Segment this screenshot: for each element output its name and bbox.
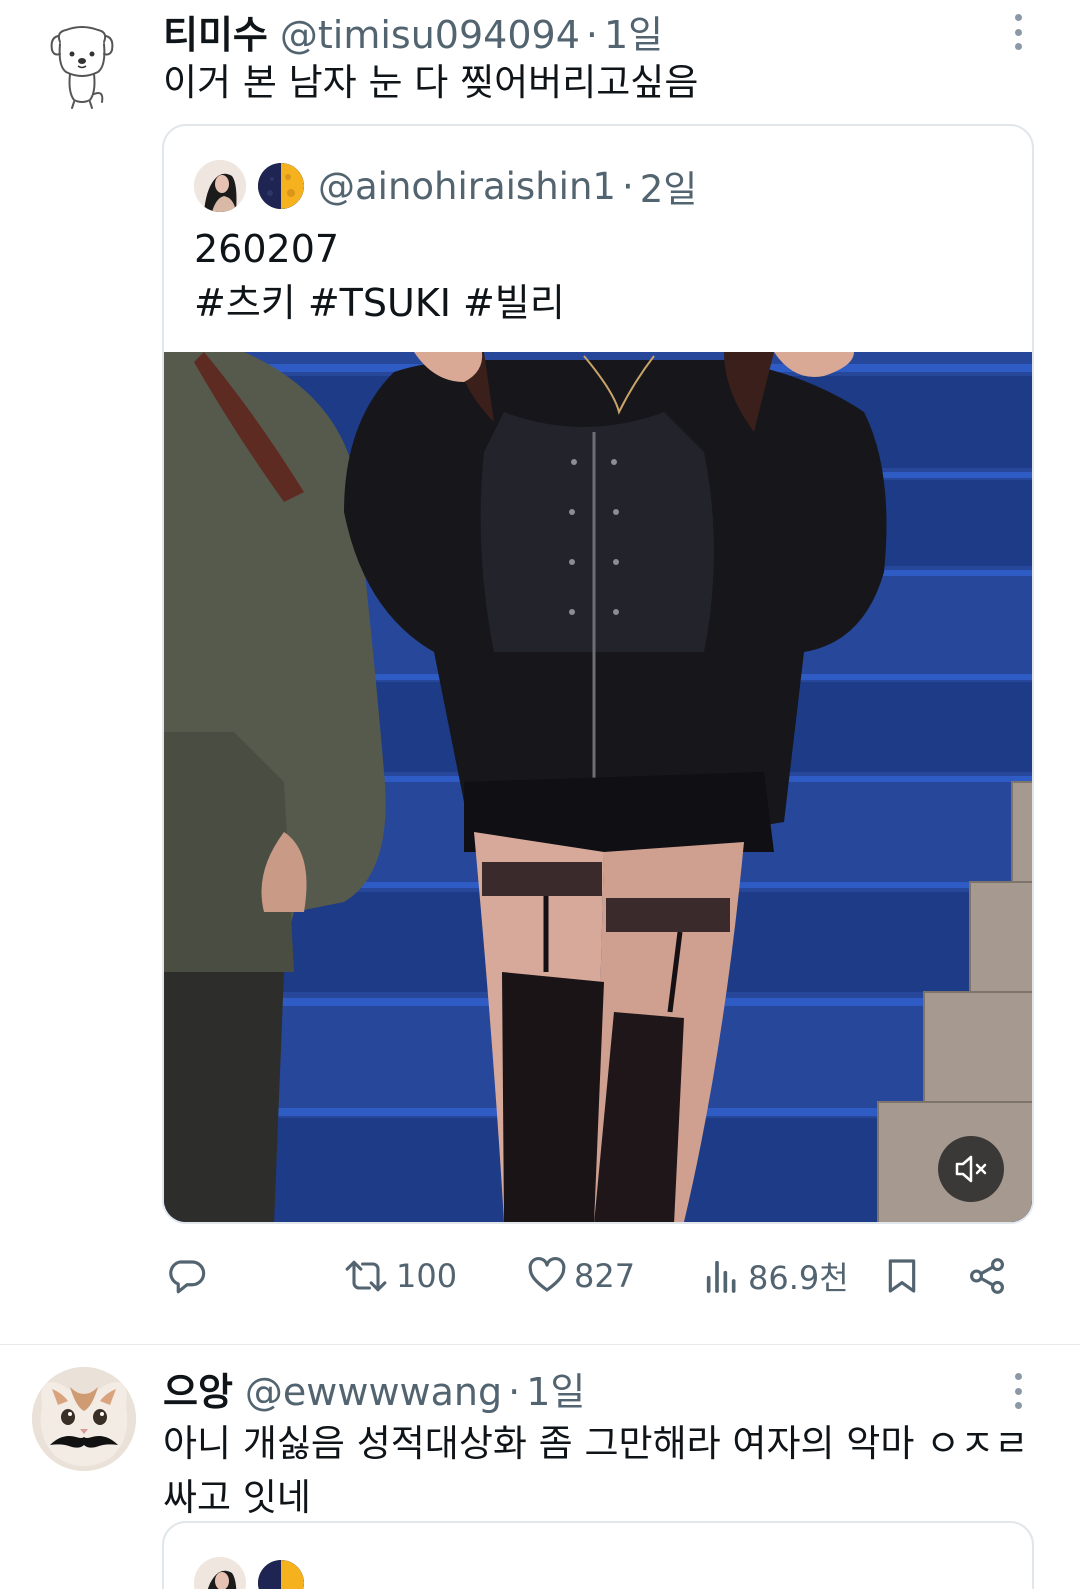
bookmark-button[interactable] <box>882 1248 922 1304</box>
separator-dot: · <box>508 1370 521 1414</box>
speaker-muted-icon <box>955 1155 987 1183</box>
reply-button[interactable] <box>166 1248 208 1304</box>
more-options-icon[interactable] <box>1012 1373 1024 1409</box>
profile-photo-icon <box>194 1557 246 1589</box>
separator-dot: · <box>621 164 634 208</box>
avatar[interactable] <box>32 1367 136 1471</box>
quoted-avatar[interactable] <box>194 1557 246 1589</box>
mute-toggle-button[interactable] <box>938 1136 1004 1202</box>
dog-avatar-icon <box>30 14 134 118</box>
views-button[interactable]: 86.9천 <box>702 1248 849 1304</box>
retweet-icon <box>345 1260 387 1292</box>
share-button[interactable] <box>966 1248 1008 1304</box>
moon-emoji-icon <box>258 1560 304 1589</box>
quoted-avatar[interactable] <box>194 160 246 212</box>
tweet-actions: 100 827 86.9천 <box>162 1248 1022 1304</box>
user-handle[interactable]: @timisu094094 <box>280 13 580 57</box>
share-icon <box>970 1258 1004 1294</box>
reply-icon <box>169 1260 206 1294</box>
quoted-tweet-header <box>194 1555 318 1589</box>
cat-mustache-avatar-icon <box>32 1367 136 1471</box>
timestamp[interactable]: 1일 <box>604 4 663 59</box>
like-count: 827 <box>574 1257 636 1295</box>
separator-dot: · <box>585 13 598 57</box>
quoted-tweet[interactable]: @ainohiraishin1 · 2일 260207 #츠키 #TSUKI #… <box>162 124 1034 1224</box>
quoted-tweet[interactable] <box>162 1521 1034 1589</box>
avatar[interactable] <box>30 14 134 118</box>
retweet-count: 100 <box>396 1257 458 1295</box>
tweet-text: 이거 본 남자 눈 다 찢어버리고싶음 <box>163 61 699 104</box>
more-options-icon[interactable] <box>1012 14 1024 50</box>
views-icon <box>706 1260 736 1293</box>
quoted-user-handle[interactable]: @ainohiraishin1 <box>318 165 616 208</box>
bookmark-icon <box>888 1259 916 1293</box>
video-frame-image <box>164 352 1032 1222</box>
display-name[interactable]: 티미수 <box>163 4 268 59</box>
tweet-header: 티미수 @timisu094094 · 1일 <box>163 4 663 60</box>
tweet-text: 아니 개싫음 성적대상화 좀 그만해라 여자의 악마 ㅇㅈㄹ싸고 잇네 <box>163 1422 1029 1519</box>
quoted-tweet-header: @ainohiraishin1 · 2일 <box>194 158 697 214</box>
quoted-video[interactable] <box>164 352 1032 1222</box>
tweet[interactable]: 으앙 @ewwwwang · 1일 아니 개싫음 성적대상화 좀 그만해라 여자… <box>0 1345 1080 1589</box>
tweet-header: 으앙 @ewwwwang · 1일 <box>163 1361 585 1417</box>
user-handle[interactable]: @ewwwwang <box>245 1370 502 1414</box>
views-count: 86.9천 <box>748 1259 849 1297</box>
retweet-button[interactable]: 100 <box>342 1248 457 1304</box>
profile-photo-icon <box>194 160 246 212</box>
quoted-tweet-text: 260207 #츠키 #TSUKI #빌리 <box>194 227 565 325</box>
tweet[interactable]: 티미수 @timisu094094 · 1일 이거 본 남자 눈 다 찢어버리고… <box>0 0 1080 1345</box>
quoted-timestamp[interactable]: 2일 <box>640 159 698 213</box>
display-name[interactable]: 으앙 <box>163 1361 233 1416</box>
heart-icon <box>528 1256 566 1292</box>
moon-emoji-icon <box>258 163 304 209</box>
like-button[interactable]: 827 <box>526 1248 635 1304</box>
timestamp[interactable]: 1일 <box>526 1361 585 1416</box>
